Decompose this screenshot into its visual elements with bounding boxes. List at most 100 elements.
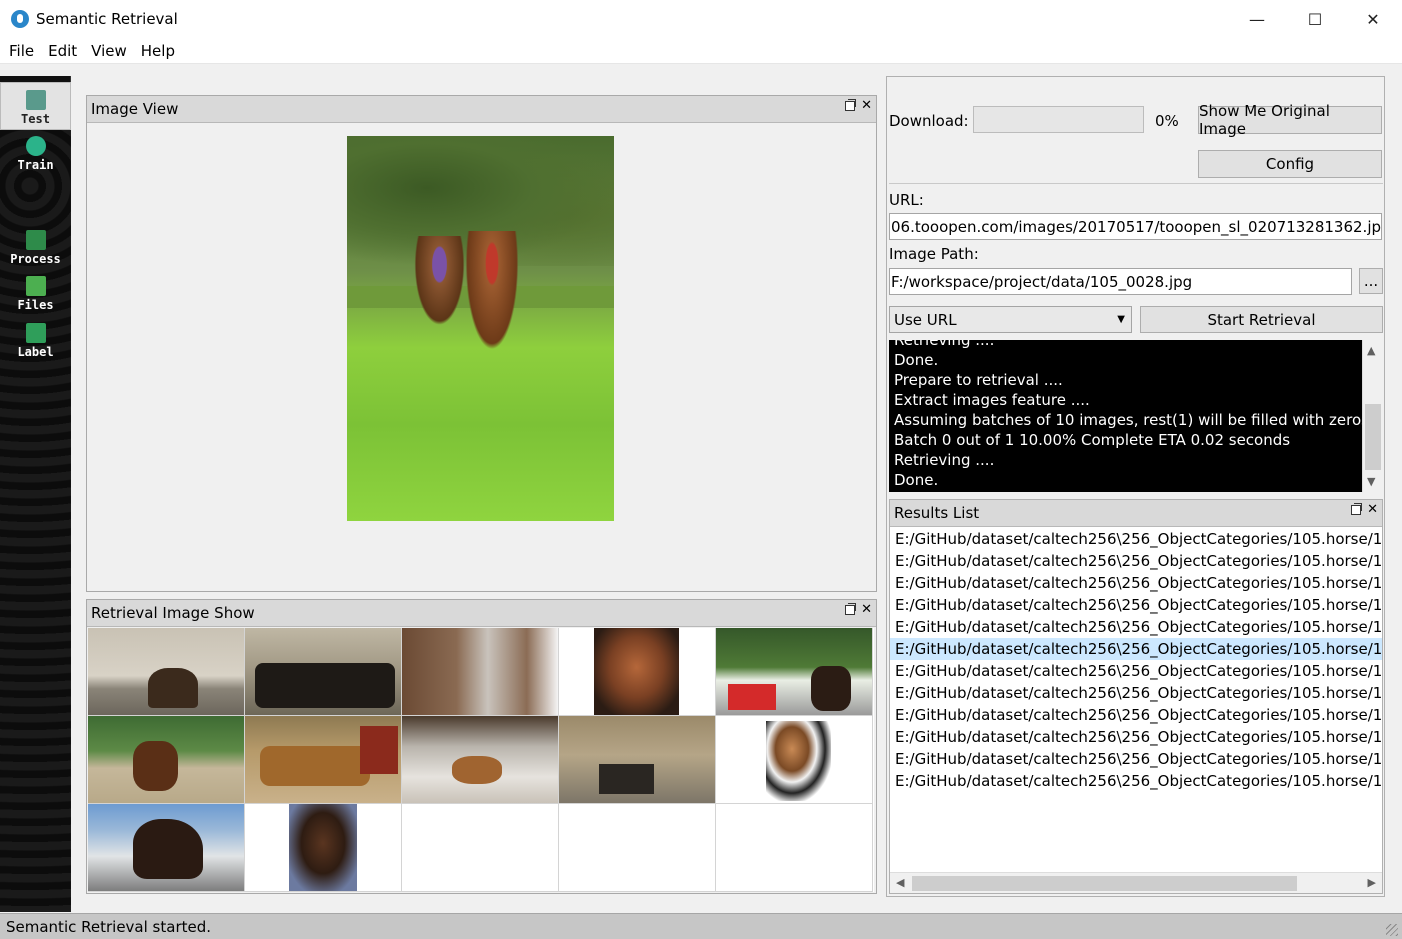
result-item[interactable]: E:/GitHub/dataset/caltech256\256_ObjectC… [890, 660, 1382, 682]
image-view-header: Image View ✕ [87, 96, 876, 123]
log-console: Retrieving .... Done. Prepare to retrieval… [889, 340, 1383, 492]
close-button[interactable]: ✕ [1344, 0, 1402, 38]
results-list: E:/GitHub/dataset/caltech256\256_ObjectC… [890, 528, 1382, 868]
log-line: Assuming batches of 10 images, rest(1) w… [894, 411, 1369, 429]
result-item[interactable]: E:/GitHub/dataset/caltech256\256_ObjectC… [890, 528, 1382, 550]
sidebar-item-process[interactable]: Process [0, 230, 71, 266]
sidebar-item-label: Label [17, 345, 54, 359]
menu-view[interactable]: View [84, 42, 134, 60]
float-icon[interactable] [845, 603, 857, 615]
menu-file[interactable]: File [2, 42, 41, 60]
result-item[interactable]: E:/GitHub/dataset/caltech256\256_ObjectC… [890, 594, 1382, 616]
scroll-left-icon[interactable]: ◀ [896, 876, 904, 889]
title-bar: Semantic Retrieval — ☐ ✕ [0, 0, 1402, 38]
sidebar-item-test[interactable]: Test [0, 82, 71, 130]
result-item[interactable]: E:/GitHub/dataset/caltech256\256_ObjectC… [890, 616, 1382, 638]
sidebar-item-label: Process [10, 252, 61, 266]
scroll-down-icon[interactable]: ▼ [1367, 475, 1375, 488]
sidebar-item-files[interactable]: Files [0, 276, 71, 312]
scrollbar-thumb[interactable] [912, 876, 1297, 891]
status-text: Semantic Retrieval started. [6, 917, 212, 936]
thumbnail[interactable] [402, 716, 559, 804]
log-line: Extract images feature .... [894, 391, 1090, 409]
log-line: Retrieving .... [894, 340, 995, 349]
log-line: Batch 0 out of 1 10.00% Complete ETA 0.0… [894, 431, 1291, 449]
thumbnail[interactable] [402, 628, 559, 716]
float-icon[interactable] [845, 99, 857, 111]
sidebar-item-label: Train [17, 158, 54, 172]
thumbnail[interactable] [88, 804, 245, 892]
app-icon [11, 10, 29, 28]
thumbnail[interactable] [559, 716, 716, 804]
image-horse [412, 236, 467, 331]
result-item[interactable]: E:/GitHub/dataset/caltech256\256_ObjectC… [890, 726, 1382, 748]
thumbnail [402, 804, 559, 892]
thumbnail[interactable] [559, 628, 716, 716]
sidebar-item-label: Test [21, 112, 50, 126]
result-item[interactable]: E:/GitHub/dataset/caltech256\256_ObjectC… [890, 704, 1382, 726]
result-item[interactable]: E:/GitHub/dataset/caltech256\256_ObjectC… [890, 550, 1382, 572]
thumbnail[interactable] [245, 804, 402, 892]
process-icon [25, 230, 46, 250]
console-scrollbar[interactable]: ▲ ▼ [1362, 340, 1383, 492]
thumbnail[interactable] [245, 628, 402, 716]
source-select-value: Use URL [894, 310, 957, 329]
show-original-image-button[interactable]: Show Me Original Image [1198, 102, 1382, 138]
scrollbar-thumb[interactable] [1365, 404, 1381, 470]
image-path-input[interactable]: F:/workspace/project/data/105_0028.jpg [889, 268, 1352, 295]
menu-help[interactable]: Help [134, 42, 182, 60]
control-panel: Download: 0% Show Me Original Image Conf… [886, 76, 1385, 897]
panel-title: Retrieval Image Show [91, 604, 255, 622]
browse-button[interactable]: ... [1359, 268, 1383, 294]
result-item[interactable]: E:/GitHub/dataset/caltech256\256_ObjectC… [890, 748, 1382, 770]
thumbnail[interactable] [716, 628, 873, 716]
float-icon[interactable] [1351, 503, 1363, 515]
log-line: Prepare to retrieval .... [894, 371, 1063, 389]
download-percent: 0% [1155, 112, 1179, 130]
image-view-panel: Image View ✕ [86, 95, 877, 592]
separator [889, 183, 1383, 184]
source-select[interactable]: Use URL ▼ [889, 306, 1132, 333]
thumbnail [559, 804, 716, 892]
result-item[interactable]: E:/GitHub/dataset/caltech256\256_ObjectC… [890, 682, 1382, 704]
download-label: Download: [889, 112, 969, 130]
thumbnail[interactable] [716, 716, 873, 804]
panel-title: Image View [91, 100, 179, 118]
thumbnail[interactable] [88, 716, 245, 804]
log-line: Retrieving .... [894, 451, 995, 469]
start-retrieval-button[interactable]: Start Retrieval [1140, 306, 1383, 333]
config-button[interactable]: Config [1198, 150, 1382, 178]
scroll-up-icon[interactable]: ▲ [1367, 344, 1375, 357]
close-icon[interactable]: ✕ [1367, 503, 1378, 516]
result-item[interactable]: E:/GitHub/dataset/caltech256\256_ObjectC… [890, 770, 1382, 792]
log-line: Done. [894, 471, 939, 489]
url-input[interactable]: 06.tooopen.com/images/20170517/tooopen_s… [889, 213, 1382, 240]
menu-edit[interactable]: Edit [41, 42, 84, 60]
sidebar-item-train[interactable]: Train [0, 136, 71, 172]
results-header: Results List ✕ [890, 500, 1382, 527]
menu-bar: File Edit View Help [0, 38, 1402, 64]
retrieval-show-header: Retrieval Image Show ✕ [87, 600, 876, 627]
query-image [347, 136, 614, 521]
files-icon [25, 276, 46, 296]
close-icon[interactable]: ✕ [861, 99, 872, 112]
scroll-right-icon[interactable]: ▶ [1368, 876, 1376, 889]
sidebar-item-label[interactable]: Label [0, 323, 71, 359]
maximize-button[interactable]: ☐ [1286, 0, 1344, 38]
panel-title: Results List [894, 504, 980, 522]
sidebar-item-label: Files [17, 298, 54, 312]
window-title: Semantic Retrieval [36, 10, 178, 28]
result-item[interactable]: E:/GitHub/dataset/caltech256\256_ObjectC… [890, 638, 1382, 660]
download-progress-bar [973, 106, 1144, 133]
results-scrollbar[interactable]: ◀ ▶ [890, 872, 1382, 893]
thumbnail[interactable] [88, 628, 245, 716]
thumbnail[interactable] [245, 716, 402, 804]
log-line: Done. [894, 351, 939, 369]
close-icon[interactable]: ✕ [861, 603, 872, 616]
window-controls: — ☐ ✕ [1228, 0, 1402, 38]
resize-grip-icon[interactable] [1386, 924, 1398, 936]
thumbnail-grid [88, 628, 874, 892]
retrieval-show-panel: Retrieval Image Show ✕ [86, 599, 877, 894]
minimize-button[interactable]: — [1228, 0, 1286, 38]
result-item[interactable]: E:/GitHub/dataset/caltech256\256_ObjectC… [890, 572, 1382, 594]
